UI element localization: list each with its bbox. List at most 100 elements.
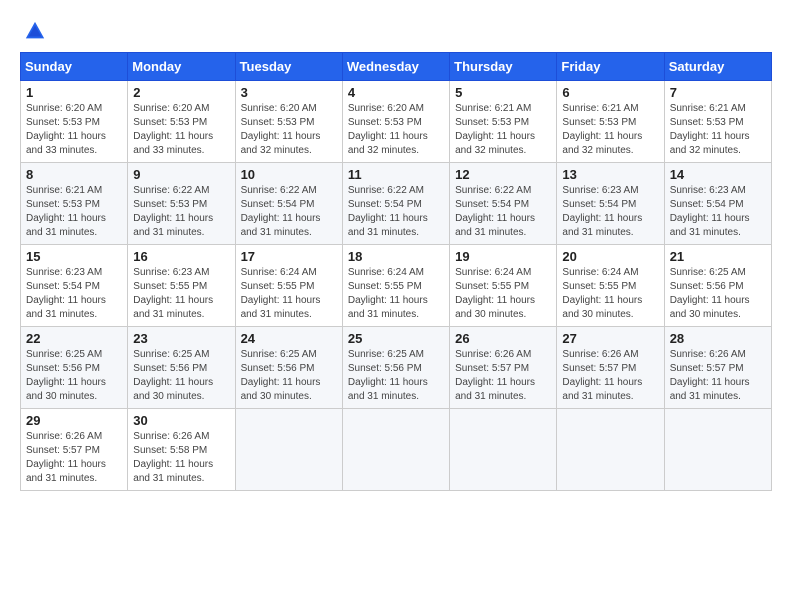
calendar-cell: 12 Sunrise: 6:22 AM Sunset: 5:54 PM Dayl… xyxy=(450,163,557,245)
calendar-cell: 30 Sunrise: 6:26 AM Sunset: 5:58 PM Dayl… xyxy=(128,409,235,491)
calendar-cell: 24 Sunrise: 6:25 AM Sunset: 5:56 PM Dayl… xyxy=(235,327,342,409)
day-info: Sunrise: 6:26 AM Sunset: 5:57 PM Dayligh… xyxy=(26,430,122,486)
day-info: Sunrise: 6:20 AM Sunset: 5:53 PM Dayligh… xyxy=(26,102,122,158)
weekday-header-tuesday: Tuesday xyxy=(235,53,342,81)
calendar-table: SundayMondayTuesdayWednesdayThursdayFrid… xyxy=(20,52,772,491)
calendar-cell: 21 Sunrise: 6:25 AM Sunset: 5:56 PM Dayl… xyxy=(664,245,771,327)
day-info: Sunrise: 6:21 AM Sunset: 5:53 PM Dayligh… xyxy=(670,102,766,158)
day-number: 26 xyxy=(455,331,551,346)
calendar-cell: 2 Sunrise: 6:20 AM Sunset: 5:53 PM Dayli… xyxy=(128,81,235,163)
calendar-cell: 29 Sunrise: 6:26 AM Sunset: 5:57 PM Dayl… xyxy=(21,409,128,491)
day-info: Sunrise: 6:25 AM Sunset: 5:56 PM Dayligh… xyxy=(133,348,229,404)
day-info: Sunrise: 6:20 AM Sunset: 5:53 PM Dayligh… xyxy=(241,102,337,158)
day-number: 22 xyxy=(26,331,122,346)
calendar-cell: 17 Sunrise: 6:24 AM Sunset: 5:55 PM Dayl… xyxy=(235,245,342,327)
calendar-cell: 5 Sunrise: 6:21 AM Sunset: 5:53 PM Dayli… xyxy=(450,81,557,163)
day-number: 14 xyxy=(670,167,766,182)
day-number: 5 xyxy=(455,85,551,100)
calendar-cell: 9 Sunrise: 6:22 AM Sunset: 5:53 PM Dayli… xyxy=(128,163,235,245)
day-number: 8 xyxy=(26,167,122,182)
calendar-cell: 6 Sunrise: 6:21 AM Sunset: 5:53 PM Dayli… xyxy=(557,81,664,163)
day-info: Sunrise: 6:21 AM Sunset: 5:53 PM Dayligh… xyxy=(455,102,551,158)
day-info: Sunrise: 6:25 AM Sunset: 5:56 PM Dayligh… xyxy=(670,266,766,322)
day-number: 10 xyxy=(241,167,337,182)
calendar-cell: 25 Sunrise: 6:25 AM Sunset: 5:56 PM Dayl… xyxy=(342,327,449,409)
day-info: Sunrise: 6:25 AM Sunset: 5:56 PM Dayligh… xyxy=(26,348,122,404)
day-info: Sunrise: 6:24 AM Sunset: 5:55 PM Dayligh… xyxy=(348,266,444,322)
day-number: 18 xyxy=(348,249,444,264)
calendar-cell: 10 Sunrise: 6:22 AM Sunset: 5:54 PM Dayl… xyxy=(235,163,342,245)
weekday-header-monday: Monday xyxy=(128,53,235,81)
day-info: Sunrise: 6:21 AM Sunset: 5:53 PM Dayligh… xyxy=(562,102,658,158)
day-info: Sunrise: 6:26 AM Sunset: 5:57 PM Dayligh… xyxy=(670,348,766,404)
calendar-cell: 19 Sunrise: 6:24 AM Sunset: 5:55 PM Dayl… xyxy=(450,245,557,327)
day-info: Sunrise: 6:23 AM Sunset: 5:54 PM Dayligh… xyxy=(670,184,766,240)
day-number: 6 xyxy=(562,85,658,100)
day-info: Sunrise: 6:23 AM Sunset: 5:55 PM Dayligh… xyxy=(133,266,229,322)
day-number: 23 xyxy=(133,331,229,346)
calendar-week-5: 29 Sunrise: 6:26 AM Sunset: 5:57 PM Dayl… xyxy=(21,409,772,491)
calendar-cell: 1 Sunrise: 6:20 AM Sunset: 5:53 PM Dayli… xyxy=(21,81,128,163)
day-number: 19 xyxy=(455,249,551,264)
calendar-cell: 4 Sunrise: 6:20 AM Sunset: 5:53 PM Dayli… xyxy=(342,81,449,163)
calendar-week-2: 8 Sunrise: 6:21 AM Sunset: 5:53 PM Dayli… xyxy=(21,163,772,245)
day-info: Sunrise: 6:24 AM Sunset: 5:55 PM Dayligh… xyxy=(241,266,337,322)
day-number: 30 xyxy=(133,413,229,428)
day-info: Sunrise: 6:22 AM Sunset: 5:53 PM Dayligh… xyxy=(133,184,229,240)
calendar-cell xyxy=(664,409,771,491)
day-info: Sunrise: 6:26 AM Sunset: 5:58 PM Dayligh… xyxy=(133,430,229,486)
day-info: Sunrise: 6:24 AM Sunset: 5:55 PM Dayligh… xyxy=(455,266,551,322)
weekday-header-sunday: Sunday xyxy=(21,53,128,81)
day-number: 21 xyxy=(670,249,766,264)
calendar-cell xyxy=(557,409,664,491)
weekday-header-row: SundayMondayTuesdayWednesdayThursdayFrid… xyxy=(21,53,772,81)
day-number: 12 xyxy=(455,167,551,182)
day-number: 29 xyxy=(26,413,122,428)
page-header xyxy=(20,20,772,36)
calendar-cell: 14 Sunrise: 6:23 AM Sunset: 5:54 PM Dayl… xyxy=(664,163,771,245)
day-number: 25 xyxy=(348,331,444,346)
calendar-cell: 13 Sunrise: 6:23 AM Sunset: 5:54 PM Dayl… xyxy=(557,163,664,245)
day-number: 3 xyxy=(241,85,337,100)
day-number: 16 xyxy=(133,249,229,264)
weekday-header-friday: Friday xyxy=(557,53,664,81)
day-number: 1 xyxy=(26,85,122,100)
day-info: Sunrise: 6:23 AM Sunset: 5:54 PM Dayligh… xyxy=(562,184,658,240)
weekday-header-wednesday: Wednesday xyxy=(342,53,449,81)
day-number: 20 xyxy=(562,249,658,264)
calendar-cell: 23 Sunrise: 6:25 AM Sunset: 5:56 PM Dayl… xyxy=(128,327,235,409)
calendar-cell: 7 Sunrise: 6:21 AM Sunset: 5:53 PM Dayli… xyxy=(664,81,771,163)
day-number: 17 xyxy=(241,249,337,264)
calendar-week-1: 1 Sunrise: 6:20 AM Sunset: 5:53 PM Dayli… xyxy=(21,81,772,163)
day-info: Sunrise: 6:24 AM Sunset: 5:55 PM Dayligh… xyxy=(562,266,658,322)
day-number: 13 xyxy=(562,167,658,182)
calendar-cell: 26 Sunrise: 6:26 AM Sunset: 5:57 PM Dayl… xyxy=(450,327,557,409)
day-info: Sunrise: 6:23 AM Sunset: 5:54 PM Dayligh… xyxy=(26,266,122,322)
day-number: 15 xyxy=(26,249,122,264)
calendar-cell: 16 Sunrise: 6:23 AM Sunset: 5:55 PM Dayl… xyxy=(128,245,235,327)
day-number: 4 xyxy=(348,85,444,100)
day-info: Sunrise: 6:20 AM Sunset: 5:53 PM Dayligh… xyxy=(348,102,444,158)
calendar-cell: 27 Sunrise: 6:26 AM Sunset: 5:57 PM Dayl… xyxy=(557,327,664,409)
calendar-cell: 8 Sunrise: 6:21 AM Sunset: 5:53 PM Dayli… xyxy=(21,163,128,245)
calendar-cell: 18 Sunrise: 6:24 AM Sunset: 5:55 PM Dayl… xyxy=(342,245,449,327)
day-info: Sunrise: 6:25 AM Sunset: 5:56 PM Dayligh… xyxy=(241,348,337,404)
calendar-cell: 3 Sunrise: 6:20 AM Sunset: 5:53 PM Dayli… xyxy=(235,81,342,163)
day-number: 7 xyxy=(670,85,766,100)
logo xyxy=(20,20,46,36)
calendar-cell xyxy=(235,409,342,491)
calendar-cell: 11 Sunrise: 6:22 AM Sunset: 5:54 PM Dayl… xyxy=(342,163,449,245)
logo-icon xyxy=(24,20,46,42)
calendar-cell: 20 Sunrise: 6:24 AM Sunset: 5:55 PM Dayl… xyxy=(557,245,664,327)
day-info: Sunrise: 6:22 AM Sunset: 5:54 PM Dayligh… xyxy=(455,184,551,240)
weekday-header-thursday: Thursday xyxy=(450,53,557,81)
calendar-week-3: 15 Sunrise: 6:23 AM Sunset: 5:54 PM Dayl… xyxy=(21,245,772,327)
day-number: 2 xyxy=(133,85,229,100)
calendar-cell xyxy=(450,409,557,491)
day-number: 27 xyxy=(562,331,658,346)
day-number: 24 xyxy=(241,331,337,346)
calendar-cell: 22 Sunrise: 6:25 AM Sunset: 5:56 PM Dayl… xyxy=(21,327,128,409)
day-number: 11 xyxy=(348,167,444,182)
calendar-cell xyxy=(342,409,449,491)
day-number: 28 xyxy=(670,331,766,346)
